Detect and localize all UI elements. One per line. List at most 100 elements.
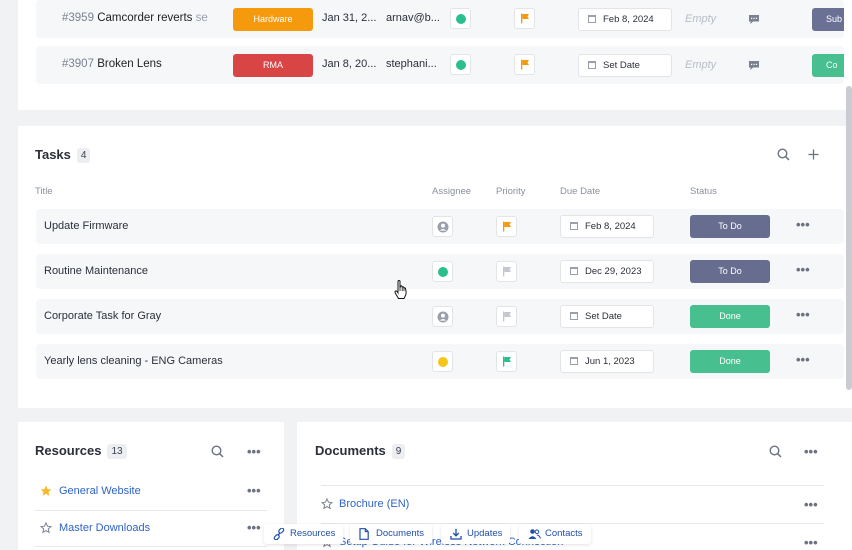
- priority-button[interactable]: [496, 261, 517, 282]
- ticket-user: arnav@b...: [386, 12, 440, 24]
- priority-button[interactable]: [496, 306, 517, 327]
- priority-button[interactable]: [514, 54, 535, 75]
- tasks-card: Tasks 4 Title Assignee Priority Due Date …: [18, 126, 852, 408]
- document-link[interactable]: Brochure (EN): [339, 498, 409, 510]
- ticket-row[interactable]: #3959 Camcorder reverts se Hardware Jan …: [36, 0, 844, 38]
- more-options-icon[interactable]: •••: [796, 262, 810, 277]
- assignee-button[interactable]: [432, 261, 453, 282]
- status-button[interactable]: To Do: [690, 215, 770, 238]
- ticket-tag[interactable]: Hardware: [233, 8, 313, 31]
- more-options-icon[interactable]: •••: [804, 444, 818, 459]
- ticket-row[interactable]: #3907 Broken Lens RMA Jan 8, 20... steph…: [36, 46, 844, 84]
- tickets-card: #3959 Camcorder reverts se Hardware Jan …: [18, 0, 852, 110]
- green-flag-icon: [502, 356, 511, 367]
- green-avatar-icon: [455, 59, 466, 70]
- search-icon[interactable]: [769, 445, 782, 458]
- document-icon: [359, 528, 369, 540]
- column-header-priority[interactable]: Priority: [496, 186, 526, 197]
- ticket-date: Jan 8, 20...: [322, 58, 377, 70]
- documents-heading: Documents 9: [315, 443, 406, 459]
- assignee-button[interactable]: [432, 216, 453, 237]
- status-button[interactable]: Done: [690, 305, 770, 328]
- submit-button[interactable]: Sub: [812, 8, 844, 31]
- comment-icon[interactable]: [748, 60, 760, 71]
- task-name[interactable]: Corporate Task for Gray: [44, 310, 161, 322]
- due-date-picker[interactable]: Dec 29, 2023: [560, 260, 654, 283]
- ticket-title[interactable]: #3959 Camcorder reverts se: [62, 12, 216, 24]
- column-header-title[interactable]: Title: [35, 186, 53, 197]
- comment-icon[interactable]: [748, 14, 760, 25]
- ticket-tag[interactable]: RMA: [233, 54, 313, 77]
- assignee-button[interactable]: [432, 351, 453, 372]
- priority-button[interactable]: [496, 351, 517, 372]
- assignee-button[interactable]: [432, 306, 453, 327]
- due-date-picker[interactable]: Jun 1, 2023: [560, 350, 654, 373]
- calendar-icon: [570, 312, 578, 320]
- empty-field[interactable]: Empty: [685, 59, 716, 71]
- column-header-due-date[interactable]: Due Date: [560, 186, 600, 197]
- resources-count: 13: [107, 444, 127, 459]
- more-options-icon[interactable]: •••: [247, 520, 261, 535]
- due-date-picker[interactable]: Feb 8, 2024: [578, 8, 672, 31]
- task-row[interactable]: Routine Maintenance Dec 29, 2023 To Do •…: [36, 254, 844, 289]
- task-name[interactable]: Update Firmware: [44, 220, 128, 232]
- divider: [35, 510, 267, 511]
- empty-field[interactable]: Empty: [685, 13, 716, 25]
- gray-flag-icon: [502, 266, 511, 277]
- orange-flag-icon: [520, 13, 529, 24]
- hand-cursor-icon: [394, 280, 407, 299]
- status-button[interactable]: Done: [690, 350, 770, 373]
- more-options-icon[interactable]: •••: [796, 307, 810, 322]
- orange-flag-icon: [502, 221, 511, 232]
- more-options-icon[interactable]: •••: [796, 352, 810, 367]
- calendar-icon: [570, 222, 578, 230]
- green-avatar-icon: [437, 266, 448, 277]
- assignee-button[interactable]: [450, 54, 471, 75]
- more-options-icon[interactable]: •••: [247, 483, 261, 498]
- more-options-icon[interactable]: •••: [796, 217, 810, 232]
- add-icon[interactable]: [808, 149, 819, 160]
- due-date-picker[interactable]: Set Date: [578, 54, 672, 77]
- due-date-picker[interactable]: Set Date: [560, 305, 654, 328]
- column-header-status[interactable]: Status: [690, 186, 717, 197]
- priority-button[interactable]: [496, 216, 517, 237]
- more-options-icon[interactable]: •••: [804, 497, 818, 512]
- complete-button[interactable]: Co: [812, 54, 844, 77]
- resource-link[interactable]: General Website: [59, 485, 141, 497]
- divider: [35, 546, 267, 547]
- task-row[interactable]: Yearly lens cleaning - ENG Cameras Jun 1…: [36, 344, 844, 379]
- star-outline-icon[interactable]: [40, 522, 52, 534]
- nav-updates-button[interactable]: Updates: [441, 524, 511, 544]
- nav-documents-button[interactable]: Documents: [350, 524, 433, 544]
- column-header-assignee[interactable]: Assignee: [432, 186, 471, 197]
- more-options-icon[interactable]: •••: [804, 535, 818, 550]
- more-options-icon[interactable]: •••: [247, 444, 261, 459]
- status-button[interactable]: To Do: [690, 260, 770, 283]
- calendar-icon: [588, 61, 596, 69]
- task-row[interactable]: Update Firmware Feb 8, 2024 To Do •••: [36, 209, 844, 244]
- search-icon[interactable]: [777, 148, 790, 161]
- nav-resources-button[interactable]: Resources: [264, 524, 344, 544]
- calendar-icon: [570, 267, 578, 275]
- ticket-title[interactable]: #3907 Broken Lens: [62, 58, 216, 70]
- search-icon[interactable]: [211, 445, 224, 458]
- calendar-icon: [570, 357, 578, 365]
- page-scrollbar[interactable]: [846, 86, 852, 390]
- link-icon: [273, 528, 285, 540]
- divider: [321, 485, 824, 486]
- task-name[interactable]: Yearly lens cleaning - ENG Cameras: [44, 355, 223, 367]
- resources-card: Resources 13 ••• General Website ••• Mast…: [18, 422, 284, 550]
- green-avatar-icon: [455, 13, 466, 24]
- contacts-icon: [528, 529, 541, 539]
- resource-link[interactable]: Master Downloads: [59, 522, 150, 534]
- star-filled-icon[interactable]: [40, 485, 52, 497]
- assignee-button[interactable]: [450, 8, 471, 29]
- task-name[interactable]: Routine Maintenance: [44, 265, 148, 277]
- task-row[interactable]: Corporate Task for Gray Set Date Done ••…: [36, 299, 844, 334]
- due-date-picker[interactable]: Feb 8, 2024: [560, 215, 654, 238]
- documents-count: 9: [391, 444, 406, 459]
- priority-button[interactable]: [514, 8, 535, 29]
- nav-contacts-button[interactable]: Contacts: [519, 524, 591, 544]
- star-outline-icon[interactable]: [321, 498, 333, 510]
- calendar-icon: [588, 15, 596, 23]
